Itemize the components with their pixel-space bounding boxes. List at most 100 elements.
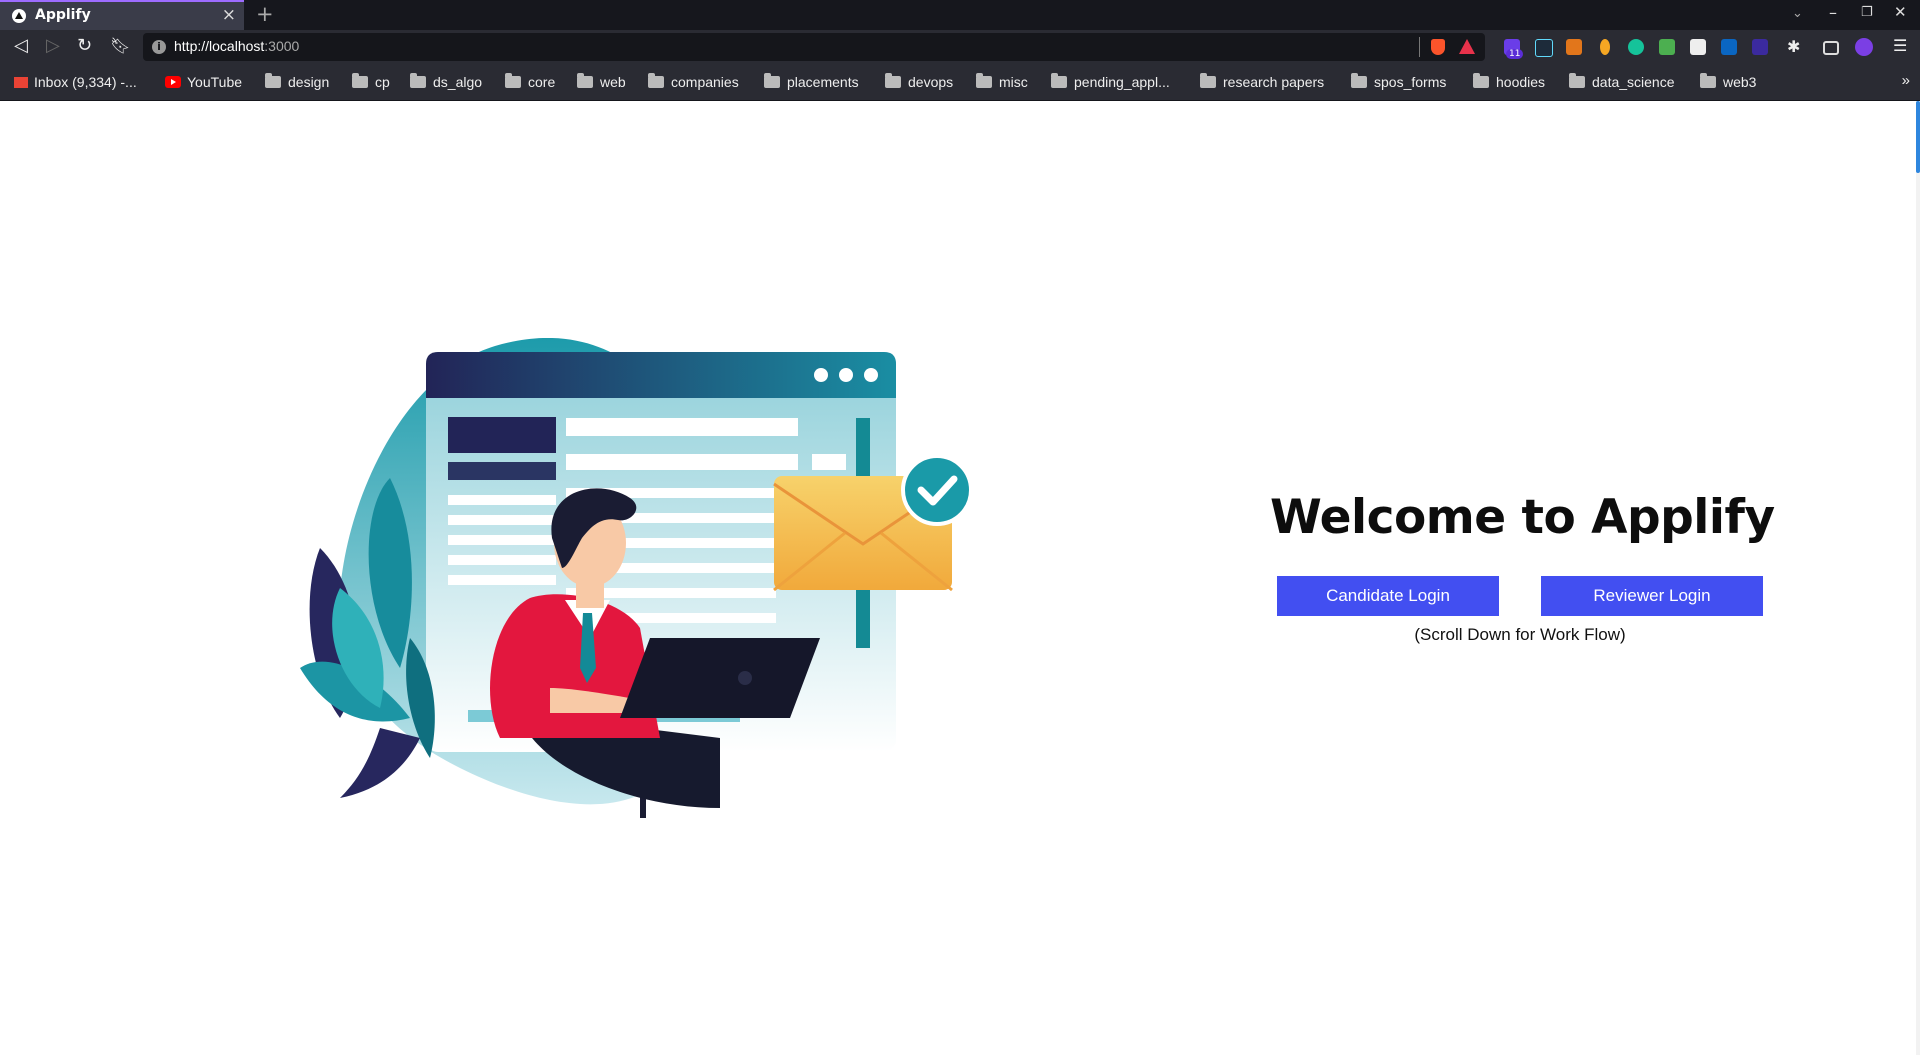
extension-grid-icon[interactable] — [1659, 39, 1675, 55]
extension-m-icon[interactable] — [1721, 39, 1737, 55]
tab-search-chevron-icon[interactable]: ⌄ — [1792, 6, 1803, 21]
url-separator — [1419, 37, 1420, 57]
folder-icon — [352, 73, 368, 88]
bookmark-item[interactable]: web3 — [1700, 73, 1757, 90]
folder-icon — [410, 73, 426, 88]
extensions-puzzle-icon[interactable]: ✱ — [1787, 37, 1800, 56]
folder-icon — [1051, 73, 1067, 88]
bookmark-item[interactable]: placements — [764, 73, 859, 90]
folder-icon — [265, 73, 281, 88]
scrollbar-thumb[interactable] — [1916, 101, 1920, 173]
folder-icon — [1700, 73, 1716, 88]
url-port: :3000 — [264, 38, 300, 54]
youtube-icon — [165, 76, 181, 88]
bookmark-label: web — [600, 74, 626, 90]
bookmark-label: YouTube — [187, 74, 243, 90]
folder-icon — [505, 73, 521, 88]
extension-bracket-icon[interactable] — [1752, 39, 1768, 55]
window-close-icon[interactable]: ✕ — [1894, 3, 1907, 21]
metamask-icon[interactable] — [1566, 39, 1582, 55]
browser-toolbar: ◁ ▷ ↻ 🔖︎ i http://localhost:3000 11 ✱ ☰ — [0, 30, 1920, 64]
folder-icon — [1569, 73, 1585, 88]
brave-shields-icon[interactable] — [1431, 39, 1445, 55]
grammarly-icon[interactable] — [1628, 39, 1644, 55]
folder-icon — [976, 73, 992, 88]
candidate-login-button[interactable]: Candidate Login — [1277, 576, 1499, 616]
hero-illustration — [300, 338, 973, 818]
bookmark-item[interactable]: YouTube — [165, 74, 242, 90]
folder-icon — [1351, 73, 1367, 88]
illustration-line — [812, 454, 846, 470]
folder-icon — [885, 73, 901, 88]
bookmark-item[interactable]: misc — [976, 73, 1028, 90]
bookmark-label: devops — [908, 74, 954, 90]
check-badge-icon — [901, 454, 973, 526]
window-dot — [814, 368, 828, 382]
illustration-line — [448, 495, 556, 505]
bookmark-icon[interactable]: 🔖︎ — [110, 36, 130, 55]
bookmarks-overflow-icon[interactable]: » — [1902, 72, 1910, 89]
bookmark-item[interactable]: data_science — [1569, 73, 1675, 90]
site-info-icon[interactable]: i — [152, 40, 166, 54]
tab-strip: Applify × + ⌄ – ❐ ✕ — [0, 0, 1920, 30]
bookmark-item[interactable]: design — [265, 73, 330, 90]
illustration-line — [566, 418, 798, 436]
tab-title: Applify — [35, 7, 91, 23]
bookmark-item[interactable]: hoodies — [1473, 73, 1546, 90]
folder-icon — [1473, 73, 1489, 88]
bookmarks-bar: » Inbox (9,334) -... YouTube design cp ds_al… — [0, 64, 1920, 101]
bookmark-item[interactable]: research papers — [1200, 73, 1325, 90]
bookmark-label: design — [288, 74, 330, 90]
back-icon[interactable]: ◁ — [14, 35, 28, 56]
illustration-line — [448, 575, 556, 585]
bookmark-item[interactable]: spos_forms — [1351, 73, 1447, 90]
tab-close-icon[interactable]: × — [222, 5, 236, 25]
window-dot — [864, 368, 878, 382]
new-tab-icon[interactable]: + — [256, 2, 274, 26]
bookmark-item[interactable]: Inbox (9,334) -... — [14, 74, 137, 90]
url-text[interactable]: http://localhost:3000 — [174, 38, 299, 54]
extension-b-icon[interactable] — [1690, 39, 1706, 55]
menu-icon[interactable]: ☰ — [1893, 36, 1907, 55]
scrollbar-track[interactable] — [1916, 101, 1920, 1055]
scroll-hint: (Scroll Down for Work Flow) — [1414, 625, 1626, 644]
bookmark-item[interactable]: devops — [885, 73, 954, 90]
react-devtools-icon[interactable] — [1535, 39, 1553, 57]
forward-icon[interactable]: ▷ — [46, 35, 60, 56]
bookmark-label: core — [528, 74, 556, 90]
tab-applify[interactable]: Applify × — [0, 0, 244, 30]
illustration-line — [448, 535, 556, 545]
bookmark-item[interactable]: companies — [648, 73, 739, 90]
laptop-logo — [738, 671, 752, 685]
bookmark-item[interactable]: ds_algo — [410, 73, 482, 90]
bookmark-label: spos_forms — [1374, 74, 1447, 90]
address-bar[interactable]: i http://localhost:3000 — [143, 33, 1485, 61]
extension-drop-icon[interactable] — [1600, 39, 1610, 55]
illustration-line — [448, 515, 556, 525]
brave-rewards-icon[interactable] — [1459, 39, 1475, 54]
illustration-line — [566, 454, 798, 470]
bookmark-item[interactable]: pending_appl... — [1051, 73, 1170, 90]
applify-favicon-icon — [12, 9, 26, 23]
bookmark-label: data_science — [1592, 74, 1675, 90]
bookmark-label: hoodies — [1496, 74, 1546, 90]
bookmark-item[interactable]: cp — [352, 73, 390, 90]
reload-icon[interactable]: ↻ — [77, 35, 92, 56]
login-buttons: Candidate Login Reviewer Login — [1270, 576, 1770, 616]
minimize-icon[interactable]: – — [1829, 3, 1837, 22]
profile-avatar[interactable] — [1855, 38, 1873, 56]
wallet-icon[interactable] — [1823, 41, 1839, 55]
bookmark-label: research papers — [1223, 74, 1325, 90]
hero-section: Welcome to Applify Candidate Login Revie… — [1270, 490, 1775, 645]
bookmark-label: web3 — [1723, 74, 1757, 90]
restore-icon[interactable]: ❐ — [1861, 5, 1873, 20]
bookmark-item[interactable]: web — [577, 73, 626, 90]
bookmark-label: cp — [375, 74, 390, 90]
bookmark-label: Inbox (9,334) -... — [34, 74, 137, 90]
reviewer-login-button[interactable]: Reviewer Login — [1541, 576, 1763, 616]
bookmark-item[interactable]: core — [505, 73, 556, 90]
folder-icon — [764, 73, 780, 88]
bookmark-label: companies — [671, 74, 739, 90]
bookmark-label: pending_appl... — [1074, 74, 1170, 90]
folder-icon — [648, 73, 664, 88]
